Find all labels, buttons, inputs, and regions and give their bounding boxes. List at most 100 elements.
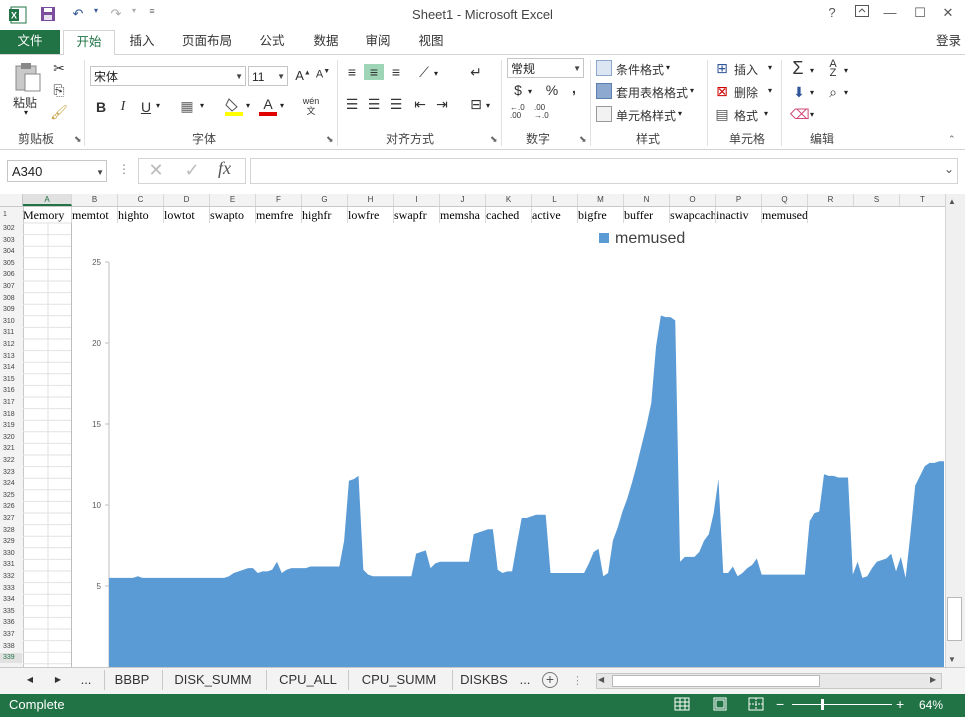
header-cell[interactable]: swapcach [670,207,716,223]
row-header[interactable]: 335 [0,607,22,617]
row-header[interactable]: 304 [0,247,22,257]
header-cell[interactable]: cached [486,207,532,223]
row-header[interactable]: 324 [0,479,22,489]
increase-decimal-icon[interactable]: ←.0.00 [510,104,525,120]
tab-split-grip-icon[interactable]: ⋮ [572,674,583,687]
row-header[interactable]: 326 [0,502,22,512]
vertical-scroll-thumb[interactable] [947,597,962,641]
paste-button[interactable]: 粘贴 ▾ [10,60,46,117]
column-header[interactable]: D [164,194,210,206]
row-header[interactable]: 311 [0,328,22,338]
alignment-launcher-icon[interactable]: ⬊ [490,134,498,145]
expand-formula-bar-icon[interactable]: ⌄ [944,162,954,176]
prev-sheet-icon[interactable]: ◀ [20,670,40,690]
underline-button[interactable]: U [139,99,153,115]
help-button[interactable]: ? [818,5,846,25]
tab-view[interactable]: 视图 [411,30,451,54]
header-cell[interactable]: buffer [624,207,670,223]
row-header[interactable]: 338 [0,642,22,652]
wrap-text-icon[interactable]: ↵ [466,64,486,81]
column-header[interactable]: L [532,194,578,206]
sign-in-link[interactable]: 登录 [932,30,965,54]
cut-icon[interactable]: ✂ [50,60,68,77]
zoom-level[interactable]: 64% [919,698,943,712]
shrink-font-icon[interactable]: A▼ [314,68,332,81]
more-sheets-left-button[interactable]: ... [74,670,98,690]
borders-icon[interactable]: ▦ [178,98,196,115]
align-right-icon[interactable]: ☰ [386,96,406,113]
column-header[interactable]: J [440,194,486,206]
row-header[interactable]: 309 [0,305,22,315]
row-header[interactable]: 332 [0,572,22,582]
row-header[interactable]: 323 [0,468,22,478]
find-select-dropdown-icon[interactable]: ▾ [844,88,848,97]
autosum-icon[interactable]: Σ [788,58,808,79]
row-header[interactable]: 333 [0,584,22,594]
align-top-icon[interactable]: ≡ [342,64,362,80]
memused-area-chart[interactable]: 5 10 15 20 25 memused [71,223,944,667]
align-bottom-icon[interactable]: ≡ [386,64,406,80]
row-header[interactable]: 337 [0,630,22,640]
format-painter-icon[interactable]: 🖌 [50,104,68,121]
align-middle-icon[interactable]: ≡ [364,64,384,80]
zoom-slider[interactable] [792,704,892,705]
row-header[interactable]: 318 [0,410,22,420]
merge-center-icon[interactable]: ⊟ [466,96,486,113]
scroll-up-icon[interactable]: ▲ [948,197,956,206]
row-header[interactable]: 336 [0,618,22,628]
header-cell[interactable]: memsha [440,207,486,223]
header-cell[interactable]: bigfre [578,207,624,223]
header-cell[interactable]: lowfre [348,207,394,223]
row-header[interactable]: 316 [0,386,22,396]
header-cell[interactable]: memtot [72,207,118,223]
orientation-icon[interactable]: ⟋ [414,64,434,81]
sort-filter-icon[interactable]: AZ [824,59,842,79]
phonetic-guide-icon[interactable]: wén 文 [300,96,322,116]
clear-dropdown-icon[interactable]: ▾ [810,110,814,119]
page-layout-view-icon[interactable] [712,697,728,711]
add-sheet-button[interactable]: + [542,672,558,688]
font-name-combo[interactable]: 宋体 ▼ [90,66,246,86]
decrease-decimal-icon[interactable]: .00 →.0 [534,104,549,120]
font-launcher-icon[interactable]: ⬊ [326,134,334,145]
row-header[interactable]: 312 [0,340,22,350]
column-header[interactable]: E [210,194,256,206]
zoom-in-icon[interactable]: + [896,696,904,712]
header-cell[interactable]: Memory [23,207,72,223]
minimize-icon[interactable]: — [876,5,904,25]
row-header[interactable]: 310 [0,317,22,327]
percent-button[interactable]: % [544,82,560,98]
sheet-tab[interactable]: BBBP [104,670,159,690]
insert-function-button[interactable]: fx [218,158,240,179]
fill-dropdown-icon[interactable]: ▾ [810,88,814,97]
bold-button[interactable]: B [94,99,108,115]
sort-filter-dropdown-icon[interactable]: ▾ [844,66,848,75]
header-cell[interactable]: inactiv [716,207,762,223]
column-header[interactable]: T [900,194,946,206]
column-header[interactable]: M [578,194,624,206]
column-header[interactable]: C [118,194,164,206]
row-header[interactable]: 305 [0,259,22,269]
row-header[interactable]: 330 [0,549,22,559]
select-all-corner[interactable] [0,194,23,206]
header-cell[interactable]: memused [762,207,808,223]
row-header[interactable]: 303 [0,236,22,246]
tab-page-layout[interactable]: 页面布局 [175,30,239,54]
row-header[interactable]: 334 [0,595,22,605]
column-header[interactable]: R [808,194,854,206]
sheet-tab[interactable]: CPU_ALL [266,670,349,690]
italic-button[interactable]: I [116,99,130,115]
confirm-entry-icon[interactable]: ✓ [182,160,202,181]
sheet-tab[interactable]: DISKBS [452,670,515,690]
ribbon-display-options-icon[interactable] [848,5,876,25]
header-cell[interactable]: active [532,207,578,223]
column-header[interactable]: P [716,194,762,206]
row-header[interactable]: 319 [0,421,22,431]
column-header[interactable]: O [670,194,716,206]
align-center-icon[interactable]: ☰ [364,96,384,113]
maximize-icon[interactable]: ☐ [906,5,934,25]
row-header[interactable]: 320 [0,433,22,443]
row-header[interactable]: 306 [0,270,22,280]
font-color-dropdown-icon[interactable]: ▾ [280,101,284,110]
tab-insert[interactable]: 插入 [122,30,162,54]
